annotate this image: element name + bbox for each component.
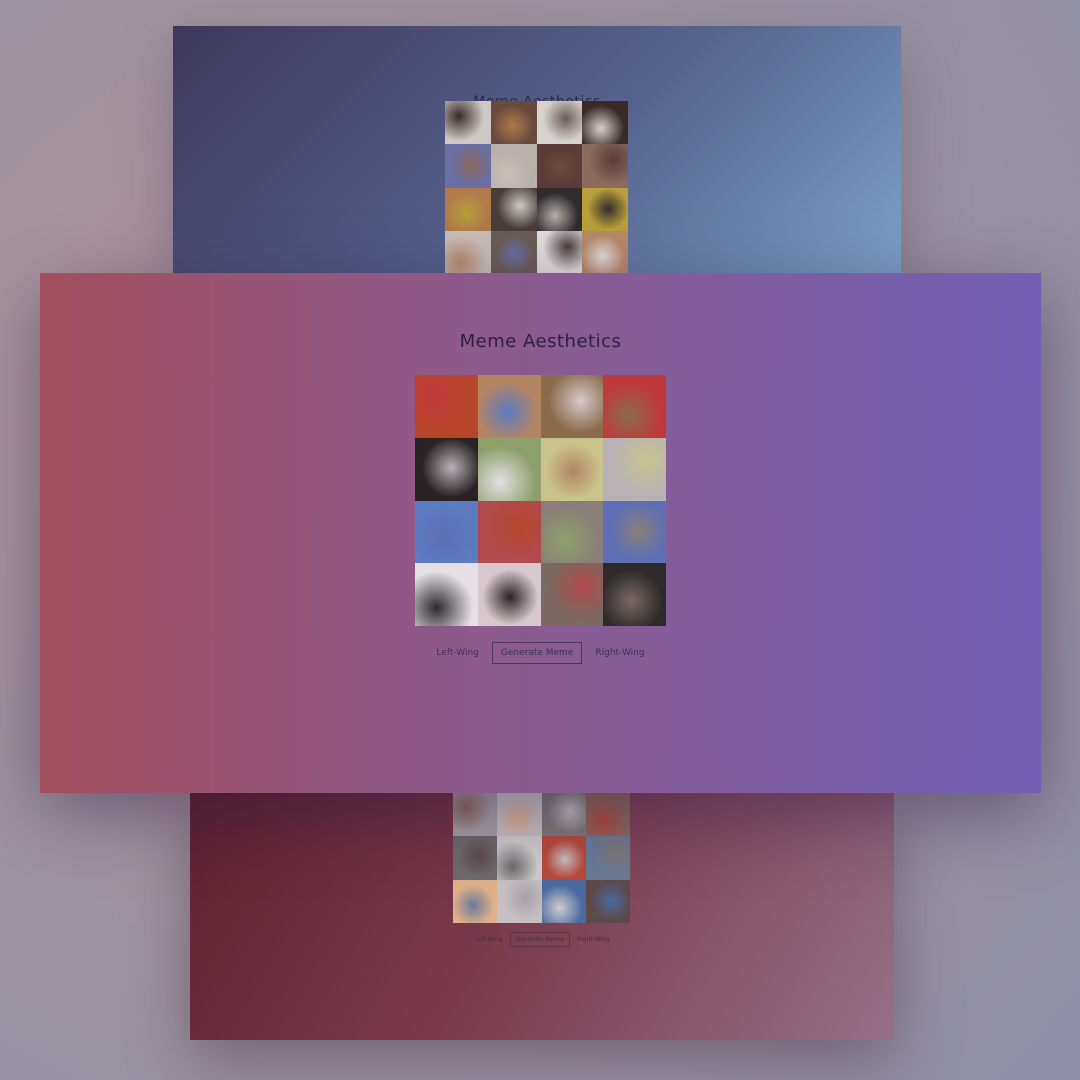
meme-tile[interactable] <box>445 230 491 274</box>
generate-meme-button[interactable]: Generate Meme <box>491 642 583 664</box>
meme-tile[interactable] <box>603 437 666 501</box>
right-wing-button[interactable]: Right-Wing <box>592 642 647 664</box>
meme-tile[interactable] <box>582 230 628 274</box>
meme-tile[interactable] <box>536 187 583 231</box>
meme-tile[interactable] <box>445 144 491 188</box>
top-panel: Meme Aesthetics <box>173 26 901 274</box>
meme-tile[interactable] <box>490 101 537 145</box>
meme-tile[interactable] <box>477 375 541 438</box>
meme-tile[interactable] <box>582 187 628 231</box>
meme-tile[interactable] <box>477 500 541 564</box>
main-controls: Left-Wing Generate Meme Right-Wing <box>40 642 1041 664</box>
meme-tile[interactable] <box>415 437 478 501</box>
meme-tile[interactable] <box>497 836 542 880</box>
meme-tile[interactable] <box>477 563 541 626</box>
meme-tile[interactable] <box>453 793 498 837</box>
meme-tile[interactable] <box>541 836 586 880</box>
meme-tile[interactable] <box>453 879 498 923</box>
bottom-panel: Left-Wing Generate Meme Right-Wing <box>190 793 894 1040</box>
meme-tile[interactable] <box>585 879 630 923</box>
meme-tile[interactable] <box>541 879 586 923</box>
meme-tile[interactable] <box>536 101 583 145</box>
meme-tile[interactable] <box>415 375 478 438</box>
meme-tile[interactable] <box>540 375 604 438</box>
main-panel: Meme Aesthetics Left-Wing Generate Meme … <box>40 273 1041 793</box>
meme-tile[interactable] <box>603 500 666 564</box>
meme-tile[interactable] <box>540 563 604 626</box>
meme-tile[interactable] <box>453 836 498 880</box>
meme-tile[interactable] <box>585 836 630 880</box>
meme-tile[interactable] <box>585 793 630 837</box>
meme-tile[interactable] <box>497 879 542 923</box>
meme-tile[interactable] <box>540 437 604 501</box>
bottom-controls: Left-Wing Generate Meme Right-Wing <box>190 932 894 947</box>
generate-meme-button[interactable]: Generate Meme <box>509 932 570 947</box>
meme-tile[interactable] <box>582 144 628 188</box>
left-wing-button[interactable]: Left-Wing <box>473 935 503 944</box>
meme-tile[interactable] <box>603 375 666 438</box>
meme-tile[interactable] <box>497 793 542 837</box>
right-wing-button[interactable]: Right-Wing <box>576 935 611 944</box>
meme-tile[interactable] <box>536 230 583 274</box>
top-meme-grid <box>445 101 628 274</box>
meme-tile[interactable] <box>445 187 491 231</box>
meme-tile[interactable] <box>415 563 478 626</box>
meme-tile[interactable] <box>445 101 491 145</box>
main-meme-grid <box>415 375 666 626</box>
meme-tile[interactable] <box>477 437 541 501</box>
left-wing-button[interactable]: Left-Wing <box>433 642 481 664</box>
meme-tile[interactable] <box>490 187 537 231</box>
meme-tile[interactable] <box>582 101 628 145</box>
main-panel-title: Meme Aesthetics <box>459 331 622 352</box>
meme-tile[interactable] <box>603 563 666 626</box>
meme-tile[interactable] <box>540 500 604 564</box>
meme-tile[interactable] <box>490 144 537 188</box>
bottom-meme-grid <box>453 793 630 923</box>
meme-tile[interactable] <box>536 144 583 188</box>
meme-tile[interactable] <box>415 500 478 564</box>
meme-tile[interactable] <box>541 793 586 837</box>
meme-tile[interactable] <box>490 230 537 274</box>
